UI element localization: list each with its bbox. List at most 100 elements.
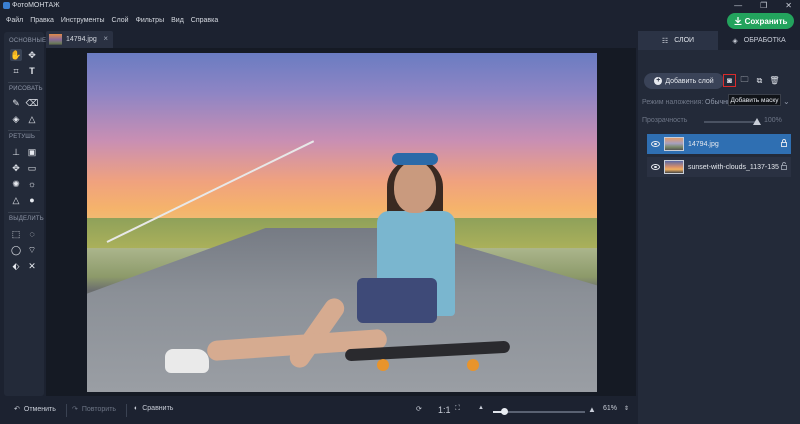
add-layer-label: Добавить слой xyxy=(665,77,714,85)
undo-button[interactable]: ↶ Отменить xyxy=(14,405,56,414)
tab-processing[interactable]: ◈ ОБРАБОТКА xyxy=(718,31,800,50)
add-layer-button[interactable]: + Добавить слой xyxy=(644,73,724,89)
magic-wand-icon[interactable]: ✕ xyxy=(26,260,38,272)
layer-thumbnail xyxy=(664,137,684,151)
opacity-value: 100% xyxy=(764,117,782,124)
save-button-label: Сохранить xyxy=(744,16,788,26)
tab-processing-label: ОБРАБОТКА xyxy=(743,37,786,44)
photo-canvas[interactable] xyxy=(87,53,597,392)
patch-tool-icon[interactable]: ▣ xyxy=(26,146,38,158)
open-folder-icon[interactable]: 🗀 xyxy=(738,74,751,87)
divider xyxy=(8,82,40,83)
tab-layers-label: СЛОИ xyxy=(674,37,695,44)
brightness-tool-icon[interactable]: ☼ xyxy=(26,178,38,190)
menu-file[interactable]: Файл xyxy=(6,14,23,28)
layer-item[interactable]: sunset-with-clouds_1137-135 xyxy=(647,157,791,177)
tools-section-select: ВЫДЕЛИТЬ xyxy=(9,216,44,222)
brush-tool-icon[interactable]: ✎ xyxy=(10,97,22,109)
photo-shoe xyxy=(165,349,209,373)
document-name: 14794.jpg xyxy=(66,36,97,43)
save-button[interactable]: Сохранить xyxy=(727,13,794,29)
menu-view[interactable]: Вид xyxy=(171,14,184,28)
tools-section-basic: ОСНОВНЫЕ xyxy=(9,38,47,44)
minimize-icon[interactable]: — xyxy=(734,1,742,10)
layers-settings-icon: ☷ xyxy=(661,37,669,45)
zoom-slider[interactable] xyxy=(493,408,585,415)
menu-edit[interactable]: Правка xyxy=(30,14,54,28)
menu-help[interactable]: Справка xyxy=(191,14,218,28)
tools-section-draw: РИСОВАТЬ xyxy=(9,86,43,92)
shapes-tool-icon[interactable]: △ xyxy=(26,113,38,125)
zoom-in-icon[interactable]: ▲ xyxy=(588,405,596,414)
menu-bar: Файл Правка Инструменты Слой Фильтры Вид… xyxy=(0,14,218,28)
move-tool-icon[interactable]: ✥ xyxy=(26,49,38,61)
title-bar: ФотоМОНТАЖ — ❐ ✕ xyxy=(0,0,800,12)
redo-label: Повторить xyxy=(81,405,117,413)
lasso-select-icon[interactable]: ◯ xyxy=(10,244,22,256)
divider xyxy=(8,212,40,213)
compare-button[interactable]: ◐ Сравнить xyxy=(134,405,173,412)
close-tab-icon[interactable]: × xyxy=(103,34,108,43)
opacity-slider[interactable] xyxy=(704,121,756,123)
document-tab[interactable]: 14794.jpg × xyxy=(46,31,113,48)
redo-icon: ↷ xyxy=(72,406,78,413)
hand-tool-icon[interactable]: ✋ xyxy=(10,49,22,61)
layer-thumbnail xyxy=(664,160,684,174)
eye-icon[interactable] xyxy=(651,141,660,147)
magic-select-icon[interactable]: ⬖ xyxy=(10,260,22,272)
compare-icon: ◐ xyxy=(134,405,139,412)
right-panel: ☷ СЛОИ ◈ ОБРАБОТКА + Добавить слой ◙ 🗀 ⧉… xyxy=(638,31,800,424)
window-controls: — ❐ ✕ xyxy=(734,1,792,10)
sharpen-tool-icon[interactable]: ✺ xyxy=(10,178,22,190)
unlock-icon[interactable] xyxy=(781,162,787,170)
drop-tool-icon[interactable]: ● xyxy=(26,194,38,206)
blend-mode-label: Режим наложения: xyxy=(642,99,704,106)
fill-tool-icon[interactable]: ◈ xyxy=(10,113,22,125)
healing-tool-icon[interactable]: ✥ xyxy=(10,162,22,174)
layer-name: sunset-with-clouds_1137-135 xyxy=(688,163,779,171)
lock-icon[interactable] xyxy=(781,139,787,147)
undo-icon: ↶ xyxy=(14,406,20,413)
photo-bandana xyxy=(392,153,438,165)
zoom-stepper-icon[interactable]: ⇕ xyxy=(624,405,629,412)
blur-tool-icon[interactable]: ▭ xyxy=(26,162,38,174)
stamp-tool-icon[interactable]: ⊥ xyxy=(10,146,22,158)
eye-icon[interactable] xyxy=(651,164,660,170)
menu-layer[interactable]: Слой xyxy=(112,14,129,28)
tooltip: Добавить маску xyxy=(728,94,781,106)
tools-panel: ОСНОВНЫЕ ✋ ✥ ⌗ T РИСОВАТЬ ✎ ⌫ ◈ △ РЕТУШЬ… xyxy=(4,32,47,396)
zoom-slider-knob[interactable] xyxy=(501,408,509,415)
duplicate-layer-icon[interactable]: ⧉ xyxy=(753,74,766,87)
divider xyxy=(126,404,127,417)
opacity-slider-knob[interactable] xyxy=(753,118,761,125)
tab-layers[interactable]: ☷ СЛОИ xyxy=(638,31,718,50)
menu-tools[interactable]: Инструменты xyxy=(61,14,105,28)
chevron-down-icon[interactable]: ⌄ xyxy=(783,97,790,106)
fit-screen-icon[interactable]: ⛶ xyxy=(455,405,460,413)
add-mask-icon[interactable]: ◙ xyxy=(723,74,736,87)
app-logo-icon xyxy=(3,2,10,9)
polygon-lasso-icon[interactable]: ⌔ xyxy=(26,244,38,256)
actual-size-button[interactable]: 1:1 xyxy=(438,405,451,415)
download-icon xyxy=(734,17,742,25)
menu-filters[interactable]: Фильтры xyxy=(136,14,165,28)
layer-item[interactable]: 14794.jpg xyxy=(647,134,791,154)
canvas-area[interactable] xyxy=(46,48,636,396)
zoom-out-icon[interactable]: ▲ xyxy=(478,405,484,411)
divider xyxy=(66,404,67,417)
document-thumbnail xyxy=(49,34,62,45)
delete-layer-icon[interactable]: 🗑 xyxy=(768,74,781,87)
rotate-icon[interactable]: ⟳ xyxy=(416,405,422,413)
eraser-tool-icon[interactable]: ⌫ xyxy=(26,97,39,109)
maximize-icon[interactable]: ❐ xyxy=(760,1,767,10)
photo-wheel xyxy=(467,359,479,371)
tools-section-retouch: РЕТУШЬ xyxy=(9,134,36,140)
layers-stack-icon: ◈ xyxy=(732,37,738,45)
crop-tool-icon[interactable]: ⌗ xyxy=(10,65,22,77)
text-tool-icon[interactable]: T xyxy=(26,65,38,77)
ellipse-select-icon[interactable]: ◌ xyxy=(26,228,38,240)
triangle-tool-icon[interactable]: △ xyxy=(10,194,22,206)
close-icon[interactable]: ✕ xyxy=(785,1,792,10)
redo-button[interactable]: ↷ Повторить xyxy=(72,405,117,414)
rect-select-icon[interactable]: ⬚ xyxy=(10,228,22,240)
